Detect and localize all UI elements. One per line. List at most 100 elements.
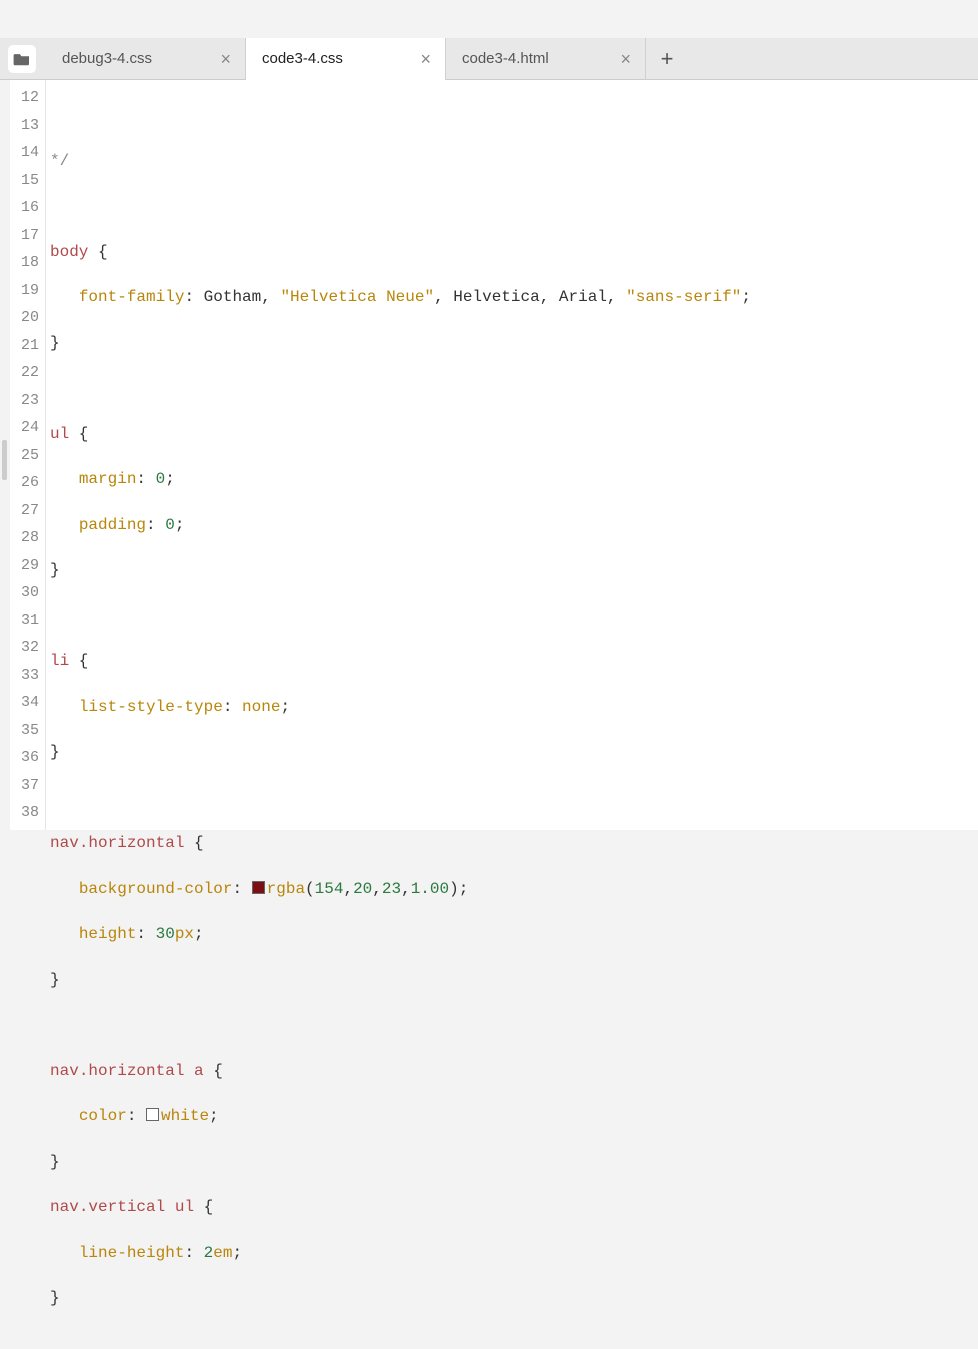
code-text: white: [161, 1107, 209, 1125]
code-text: {: [194, 1198, 213, 1216]
code-text: ,: [343, 880, 353, 898]
code-text: 0: [165, 516, 175, 534]
code-text: :: [184, 1244, 203, 1262]
code-text: nav: [50, 1062, 79, 1080]
line-number: 21: [10, 332, 45, 360]
line-number-gutter: 1213141516171819202122232425262728293031…: [10, 80, 46, 830]
code-text: :: [136, 925, 155, 943]
code-text: ;: [165, 470, 175, 488]
code-text: Gotham: [204, 288, 262, 306]
code-text: "Helvetica Neue": [280, 288, 434, 306]
code-text: color: [79, 1107, 127, 1125]
tab-debug3-4-css[interactable]: debug3-4.css ×: [46, 38, 246, 80]
code-text: rgba: [267, 880, 305, 898]
line-number: 31: [10, 607, 45, 635]
line-number: 16: [10, 194, 45, 222]
code-text: ul: [175, 1198, 194, 1216]
code-text: .vertical: [79, 1198, 165, 1216]
code-text: px: [175, 925, 194, 943]
line-number: 37: [10, 772, 45, 800]
code-text: 0: [156, 470, 166, 488]
code-text: margin: [79, 470, 137, 488]
tab-code3-4-html[interactable]: code3-4.html ×: [446, 38, 646, 80]
code-text: ;: [194, 925, 204, 943]
code-text: ,: [434, 288, 453, 306]
tab-label: code3-4.css: [262, 50, 408, 67]
line-number: 15: [10, 167, 45, 195]
new-tab-button[interactable]: +: [646, 46, 688, 72]
line-number: 24: [10, 414, 45, 442]
code-text: ;: [209, 1107, 219, 1125]
code-text: 154: [315, 880, 344, 898]
line-number: 12: [10, 84, 45, 112]
tab-label: debug3-4.css: [62, 50, 208, 67]
code-text: {: [204, 1062, 223, 1080]
code-text: nav: [50, 1198, 79, 1216]
line-number: 20: [10, 304, 45, 332]
line-number: 30: [10, 579, 45, 607]
line-number: 19: [10, 277, 45, 305]
line-number: 28: [10, 524, 45, 552]
line-number: 13: [10, 112, 45, 140]
code-text: background-color: [79, 880, 233, 898]
line-number: 17: [10, 222, 45, 250]
code-text: }: [50, 971, 60, 989]
code-text: [165, 1198, 175, 1216]
code-text: list-style-type: [79, 698, 223, 716]
code-text: {: [69, 652, 88, 670]
line-number: 35: [10, 717, 45, 745]
code-text: ,: [540, 288, 559, 306]
code-text: }: [50, 1153, 60, 1171]
code-text: em: [213, 1244, 232, 1262]
sidebar-drag-handle[interactable]: [2, 440, 7, 480]
code-text: {: [69, 425, 88, 443]
line-number: 34: [10, 689, 45, 717]
line-number: 38: [10, 799, 45, 827]
folder-button[interactable]: [8, 45, 36, 73]
folder-icon: [13, 52, 31, 66]
code-text: [184, 1062, 194, 1080]
left-gutter: [0, 80, 10, 830]
line-number: 27: [10, 497, 45, 525]
code-text: nav: [50, 834, 79, 852]
code-text: .horizontal: [79, 1062, 185, 1080]
window-chrome-top: [0, 0, 978, 38]
code-area[interactable]: */ body { font-family: Gotham, "Helvetic…: [46, 80, 978, 830]
close-icon[interactable]: ×: [218, 50, 233, 68]
line-number: 36: [10, 744, 45, 772]
code-text: .horizontal: [79, 834, 185, 852]
code-text: height: [79, 925, 137, 943]
color-swatch[interactable]: [146, 1108, 159, 1121]
code-text: font-family: [79, 288, 185, 306]
code-text: 1.00: [411, 880, 449, 898]
tab-label: code3-4.html: [462, 50, 608, 67]
close-icon[interactable]: ×: [418, 50, 433, 68]
code-text: none: [242, 698, 280, 716]
code-text: ;: [232, 1244, 242, 1262]
line-number: 18: [10, 249, 45, 277]
code-text: ): [449, 880, 459, 898]
code-text: 2: [204, 1244, 214, 1262]
code-text: }: [50, 561, 60, 579]
code-text: ;: [175, 516, 185, 534]
code-text: :: [184, 288, 203, 306]
code-text: 30: [156, 925, 175, 943]
code-text: Arial: [559, 288, 607, 306]
color-swatch[interactable]: [252, 881, 265, 894]
code-text: ;: [280, 698, 290, 716]
code-text: Helvetica: [453, 288, 539, 306]
code-text: {: [88, 243, 107, 261]
code-text: }: [50, 334, 60, 352]
tab-code3-4-css[interactable]: code3-4.css ×: [246, 38, 446, 80]
code-text: 23: [382, 880, 401, 898]
line-number: 23: [10, 387, 45, 415]
code-text: :: [146, 516, 165, 534]
close-icon[interactable]: ×: [618, 50, 633, 68]
code-text: :: [127, 1107, 146, 1125]
line-number: 14: [10, 139, 45, 167]
line-number: 22: [10, 359, 45, 387]
code-text: */: [50, 152, 69, 170]
code-text: 20: [353, 880, 372, 898]
code-text: :: [223, 698, 242, 716]
code-text: li: [50, 652, 69, 670]
